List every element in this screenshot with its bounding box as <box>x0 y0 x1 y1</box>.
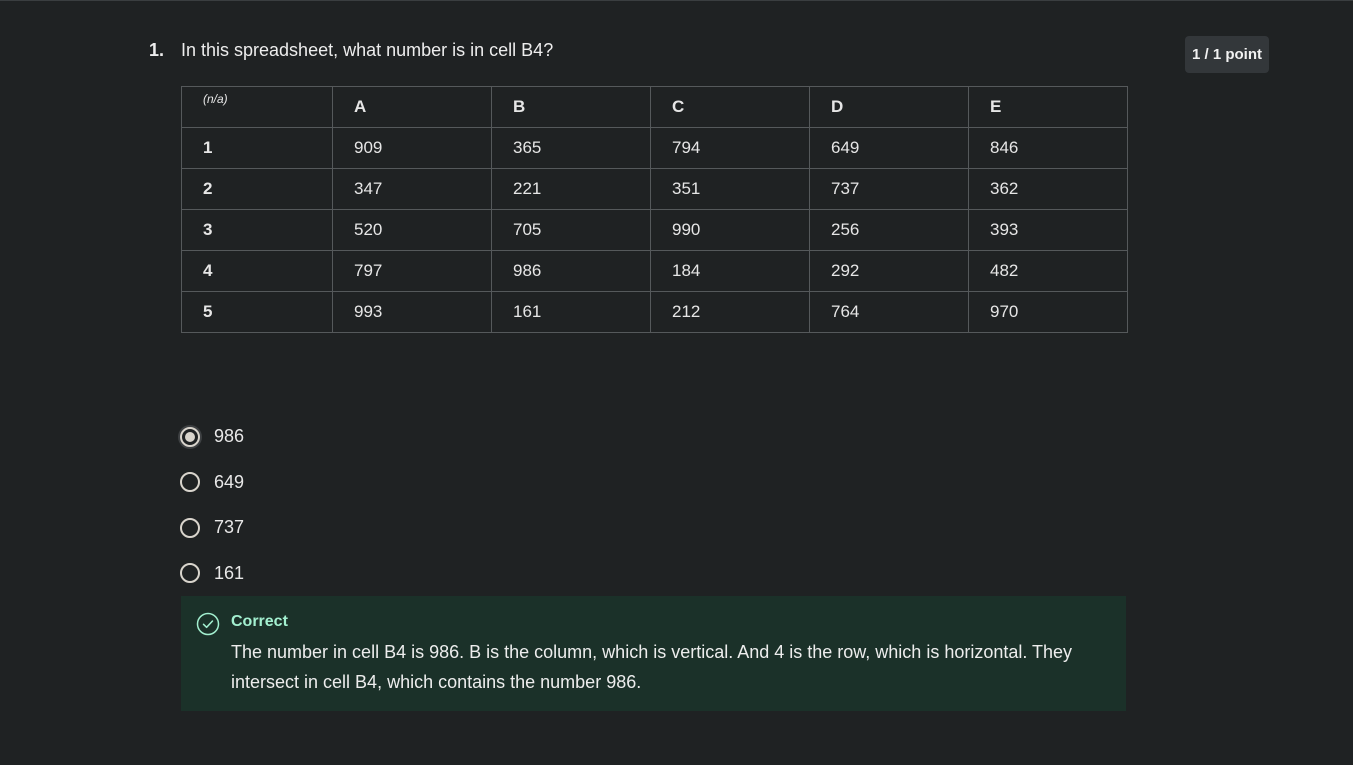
check-circle-icon <box>196 612 220 636</box>
table-cell: 520 <box>332 209 492 251</box>
table-cell: 221 <box>491 168 651 210</box>
table-cell: 705 <box>491 209 651 251</box>
option-label: 986 <box>214 426 245 447</box>
table-cell: 993 <box>332 291 492 333</box>
table-cell: 393 <box>968 209 1128 251</box>
table-cell: 347 <box>332 168 492 210</box>
question-text: In this spreadsheet, what number is in c… <box>181 40 554 60</box>
table-cell: 351 <box>650 168 810 210</box>
table-row: 2 347 221 351 737 362 <box>181 168 1128 210</box>
table-row: 3 520 705 990 256 393 <box>181 209 1128 251</box>
top-divider <box>0 0 1353 1</box>
radio-button-selected[interactable] <box>180 426 200 447</box>
radio-button[interactable] <box>180 563 200 584</box>
table-cell: 649 <box>809 127 969 169</box>
table-header-row: (n/a) A B C D E <box>181 86 1128 128</box>
answer-option-649[interactable]: 649 <box>180 460 244 506</box>
answer-option-737[interactable]: 737 <box>180 505 244 551</box>
table-cell: 794 <box>650 127 810 169</box>
corner-cell: (n/a) <box>181 86 333 128</box>
column-header: E <box>968 86 1128 128</box>
table-cell: 482 <box>968 250 1128 292</box>
feedback-panel: Correct The number in cell B4 is 986. B … <box>181 596 1126 711</box>
table-cell: 212 <box>650 291 810 333</box>
table-cell: 970 <box>968 291 1128 333</box>
spreadsheet-table: (n/a) A B C D E 1 909 365 794 649 846 2 … <box>181 86 1128 333</box>
table-cell: 184 <box>650 250 810 292</box>
question-prompt: 1. In this spreadsheet, what number is i… <box>149 40 553 61</box>
table-cell: 737 <box>809 168 969 210</box>
option-label: 737 <box>214 517 245 538</box>
radio-button[interactable] <box>180 472 200 493</box>
column-header: D <box>809 86 969 128</box>
column-header: A <box>332 86 492 128</box>
answer-options: 986 649 737 161 <box>180 414 244 596</box>
radio-button[interactable] <box>180 517 200 538</box>
table-cell: 161 <box>491 291 651 333</box>
answer-option-161[interactable]: 161 <box>180 551 244 597</box>
option-label: 161 <box>214 562 245 583</box>
table-cell: 846 <box>968 127 1128 169</box>
table-cell: 256 <box>809 209 969 251</box>
table-cell: 764 <box>809 291 969 333</box>
table-row: 4 797 986 184 292 482 <box>181 250 1128 292</box>
table-cell: 909 <box>332 127 492 169</box>
table-cell: 365 <box>491 127 651 169</box>
row-header: 5 <box>181 291 333 333</box>
feedback-explanation: The number in cell B4 is 986. B is the c… <box>231 642 1073 692</box>
answer-option-986[interactable]: 986 <box>180 414 244 460</box>
option-label: 649 <box>214 471 245 492</box>
feedback-status: Correct <box>231 613 288 630</box>
table-cell: 986 <box>491 250 651 292</box>
table-cell: 292 <box>809 250 969 292</box>
row-header: 4 <box>181 250 333 292</box>
score-badge: 1 / 1 point <box>1185 36 1269 73</box>
table-cell: 797 <box>332 250 492 292</box>
question-number: 1. <box>149 40 165 60</box>
column-header: B <box>491 86 651 128</box>
row-header: 3 <box>181 209 333 251</box>
table-row: 5 993 161 212 764 970 <box>181 291 1128 333</box>
table-cell: 362 <box>968 168 1128 210</box>
column-header: C <box>650 86 810 128</box>
row-header: 1 <box>181 127 333 169</box>
table-row: 1 909 365 794 649 846 <box>181 127 1128 169</box>
row-header: 2 <box>181 168 333 210</box>
table-cell: 990 <box>650 209 810 251</box>
